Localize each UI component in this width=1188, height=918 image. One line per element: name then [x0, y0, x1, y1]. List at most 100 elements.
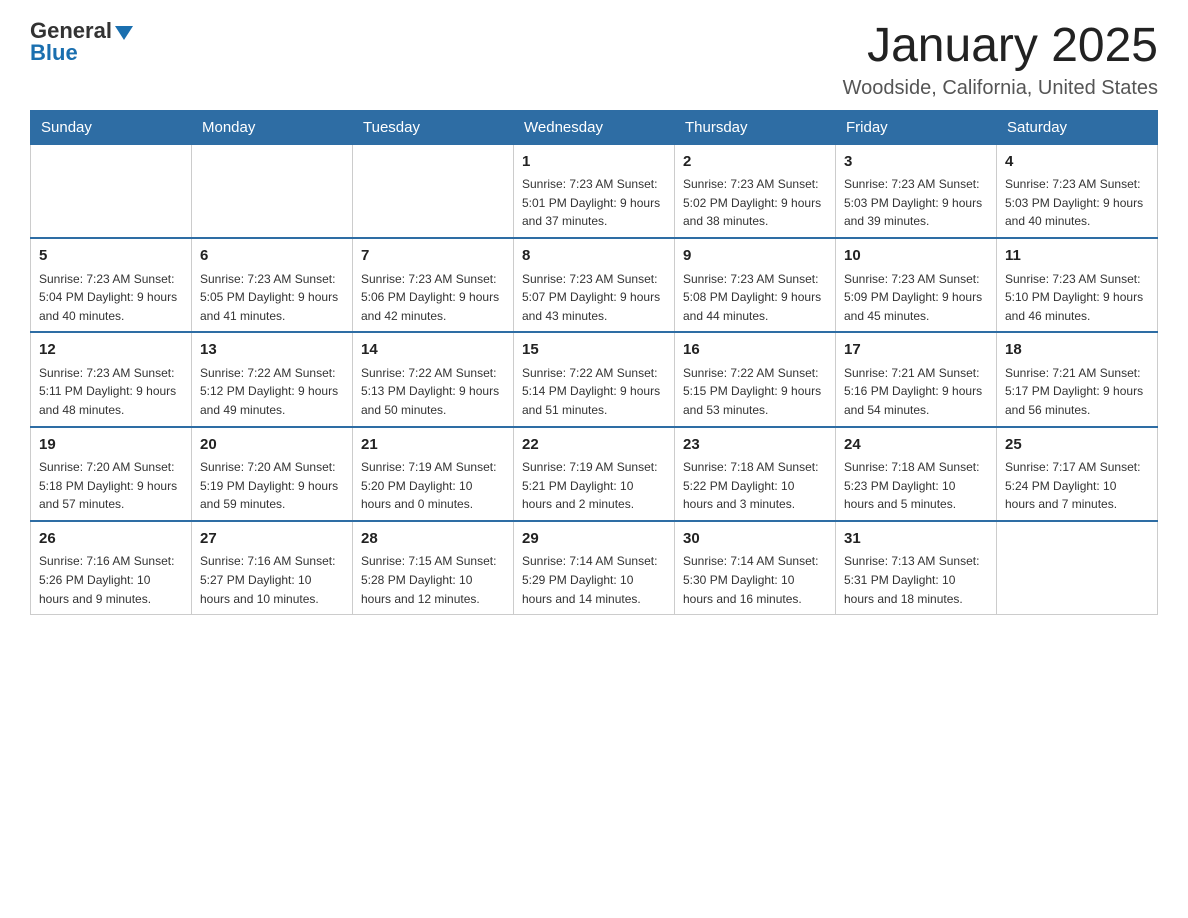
day-info: Sunrise: 7:20 AM Sunset: 5:19 PM Dayligh… [200, 458, 344, 514]
calendar-cell: 25Sunrise: 7:17 AM Sunset: 5:24 PM Dayli… [997, 427, 1158, 521]
calendar-cell [192, 144, 353, 238]
logo: General Blue [30, 20, 133, 64]
day-of-week-header: Monday [192, 110, 353, 144]
day-info: Sunrise: 7:21 AM Sunset: 5:17 PM Dayligh… [1005, 364, 1149, 420]
calendar-table: SundayMondayTuesdayWednesdayThursdayFrid… [30, 110, 1158, 615]
calendar-cell: 19Sunrise: 7:20 AM Sunset: 5:18 PM Dayli… [31, 427, 192, 521]
calendar-cell: 10Sunrise: 7:23 AM Sunset: 5:09 PM Dayli… [836, 238, 997, 332]
day-number: 18 [1005, 339, 1149, 362]
day-info: Sunrise: 7:13 AM Sunset: 5:31 PM Dayligh… [844, 552, 988, 608]
calendar-cell: 20Sunrise: 7:20 AM Sunset: 5:19 PM Dayli… [192, 427, 353, 521]
day-number: 2 [683, 151, 827, 174]
calendar-cell: 2Sunrise: 7:23 AM Sunset: 5:02 PM Daylig… [675, 144, 836, 238]
day-number: 8 [522, 245, 666, 268]
calendar-cell: 21Sunrise: 7:19 AM Sunset: 5:20 PM Dayli… [353, 427, 514, 521]
day-number: 29 [522, 528, 666, 551]
day-info: Sunrise: 7:23 AM Sunset: 5:05 PM Dayligh… [200, 270, 344, 326]
calendar-cell: 31Sunrise: 7:13 AM Sunset: 5:31 PM Dayli… [836, 521, 997, 615]
day-number: 26 [39, 528, 183, 551]
day-number: 14 [361, 339, 505, 362]
day-info: Sunrise: 7:22 AM Sunset: 5:12 PM Dayligh… [200, 364, 344, 420]
day-info: Sunrise: 7:19 AM Sunset: 5:20 PM Dayligh… [361, 458, 505, 514]
day-info: Sunrise: 7:23 AM Sunset: 5:08 PM Dayligh… [683, 270, 827, 326]
day-number: 27 [200, 528, 344, 551]
day-number: 25 [1005, 434, 1149, 457]
calendar-cell [31, 144, 192, 238]
day-info: Sunrise: 7:23 AM Sunset: 5:03 PM Dayligh… [844, 175, 988, 231]
day-info: Sunrise: 7:23 AM Sunset: 5:04 PM Dayligh… [39, 270, 183, 326]
calendar-cell: 15Sunrise: 7:22 AM Sunset: 5:14 PM Dayli… [514, 332, 675, 426]
day-number: 21 [361, 434, 505, 457]
calendar-cell: 11Sunrise: 7:23 AM Sunset: 5:10 PM Dayli… [997, 238, 1158, 332]
calendar-cell: 29Sunrise: 7:14 AM Sunset: 5:29 PM Dayli… [514, 521, 675, 615]
calendar-cell: 18Sunrise: 7:21 AM Sunset: 5:17 PM Dayli… [997, 332, 1158, 426]
calendar-cell: 27Sunrise: 7:16 AM Sunset: 5:27 PM Dayli… [192, 521, 353, 615]
day-info: Sunrise: 7:14 AM Sunset: 5:30 PM Dayligh… [683, 552, 827, 608]
calendar-cell: 22Sunrise: 7:19 AM Sunset: 5:21 PM Dayli… [514, 427, 675, 521]
day-number: 3 [844, 151, 988, 174]
day-number: 28 [361, 528, 505, 551]
page-header: General Blue January 2025 Woodside, Cali… [30, 20, 1158, 100]
day-of-week-header: Friday [836, 110, 997, 144]
calendar-cell: 8Sunrise: 7:23 AM Sunset: 5:07 PM Daylig… [514, 238, 675, 332]
calendar-header-row: SundayMondayTuesdayWednesdayThursdayFrid… [31, 110, 1158, 144]
calendar-week-row: 26Sunrise: 7:16 AM Sunset: 5:26 PM Dayli… [31, 521, 1158, 615]
calendar-cell: 7Sunrise: 7:23 AM Sunset: 5:06 PM Daylig… [353, 238, 514, 332]
location-subtitle: Woodside, California, United States [843, 77, 1158, 100]
day-info: Sunrise: 7:22 AM Sunset: 5:14 PM Dayligh… [522, 364, 666, 420]
calendar-cell: 13Sunrise: 7:22 AM Sunset: 5:12 PM Dayli… [192, 332, 353, 426]
day-number: 16 [683, 339, 827, 362]
day-number: 7 [361, 245, 505, 268]
day-info: Sunrise: 7:18 AM Sunset: 5:23 PM Dayligh… [844, 458, 988, 514]
calendar-cell [997, 521, 1158, 615]
day-info: Sunrise: 7:21 AM Sunset: 5:16 PM Dayligh… [844, 364, 988, 420]
day-info: Sunrise: 7:16 AM Sunset: 5:26 PM Dayligh… [39, 552, 183, 608]
calendar-cell: 12Sunrise: 7:23 AM Sunset: 5:11 PM Dayli… [31, 332, 192, 426]
day-number: 20 [200, 434, 344, 457]
day-info: Sunrise: 7:15 AM Sunset: 5:28 PM Dayligh… [361, 552, 505, 608]
day-number: 5 [39, 245, 183, 268]
day-number: 4 [1005, 151, 1149, 174]
day-info: Sunrise: 7:19 AM Sunset: 5:21 PM Dayligh… [522, 458, 666, 514]
calendar-cell: 14Sunrise: 7:22 AM Sunset: 5:13 PM Dayli… [353, 332, 514, 426]
day-info: Sunrise: 7:23 AM Sunset: 5:03 PM Dayligh… [1005, 175, 1149, 231]
day-number: 12 [39, 339, 183, 362]
calendar-week-row: 5Sunrise: 7:23 AM Sunset: 5:04 PM Daylig… [31, 238, 1158, 332]
day-info: Sunrise: 7:17 AM Sunset: 5:24 PM Dayligh… [1005, 458, 1149, 514]
day-info: Sunrise: 7:22 AM Sunset: 5:15 PM Dayligh… [683, 364, 827, 420]
calendar-cell: 3Sunrise: 7:23 AM Sunset: 5:03 PM Daylig… [836, 144, 997, 238]
calendar-cell: 28Sunrise: 7:15 AM Sunset: 5:28 PM Dayli… [353, 521, 514, 615]
day-info: Sunrise: 7:20 AM Sunset: 5:18 PM Dayligh… [39, 458, 183, 514]
day-info: Sunrise: 7:23 AM Sunset: 5:11 PM Dayligh… [39, 364, 183, 420]
day-number: 9 [683, 245, 827, 268]
day-number: 24 [844, 434, 988, 457]
day-of-week-header: Sunday [31, 110, 192, 144]
calendar-week-row: 12Sunrise: 7:23 AM Sunset: 5:11 PM Dayli… [31, 332, 1158, 426]
day-info: Sunrise: 7:23 AM Sunset: 5:09 PM Dayligh… [844, 270, 988, 326]
day-of-week-header: Saturday [997, 110, 1158, 144]
day-info: Sunrise: 7:23 AM Sunset: 5:10 PM Dayligh… [1005, 270, 1149, 326]
calendar-cell: 26Sunrise: 7:16 AM Sunset: 5:26 PM Dayli… [31, 521, 192, 615]
day-number: 6 [200, 245, 344, 268]
logo-blue-text: Blue [30, 40, 78, 65]
calendar-cell: 30Sunrise: 7:14 AM Sunset: 5:30 PM Dayli… [675, 521, 836, 615]
calendar-cell: 17Sunrise: 7:21 AM Sunset: 5:16 PM Dayli… [836, 332, 997, 426]
day-info: Sunrise: 7:23 AM Sunset: 5:07 PM Dayligh… [522, 270, 666, 326]
day-number: 19 [39, 434, 183, 457]
day-number: 23 [683, 434, 827, 457]
day-number: 1 [522, 151, 666, 174]
day-number: 22 [522, 434, 666, 457]
day-of-week-header: Thursday [675, 110, 836, 144]
calendar-week-row: 1Sunrise: 7:23 AM Sunset: 5:01 PM Daylig… [31, 144, 1158, 238]
day-info: Sunrise: 7:23 AM Sunset: 5:01 PM Dayligh… [522, 175, 666, 231]
day-info: Sunrise: 7:23 AM Sunset: 5:06 PM Dayligh… [361, 270, 505, 326]
day-of-week-header: Wednesday [514, 110, 675, 144]
calendar-cell: 1Sunrise: 7:23 AM Sunset: 5:01 PM Daylig… [514, 144, 675, 238]
day-info: Sunrise: 7:18 AM Sunset: 5:22 PM Dayligh… [683, 458, 827, 514]
month-title: January 2025 [843, 20, 1158, 73]
calendar-cell: 4Sunrise: 7:23 AM Sunset: 5:03 PM Daylig… [997, 144, 1158, 238]
day-number: 13 [200, 339, 344, 362]
day-number: 15 [522, 339, 666, 362]
day-info: Sunrise: 7:23 AM Sunset: 5:02 PM Dayligh… [683, 175, 827, 231]
calendar-cell: 6Sunrise: 7:23 AM Sunset: 5:05 PM Daylig… [192, 238, 353, 332]
